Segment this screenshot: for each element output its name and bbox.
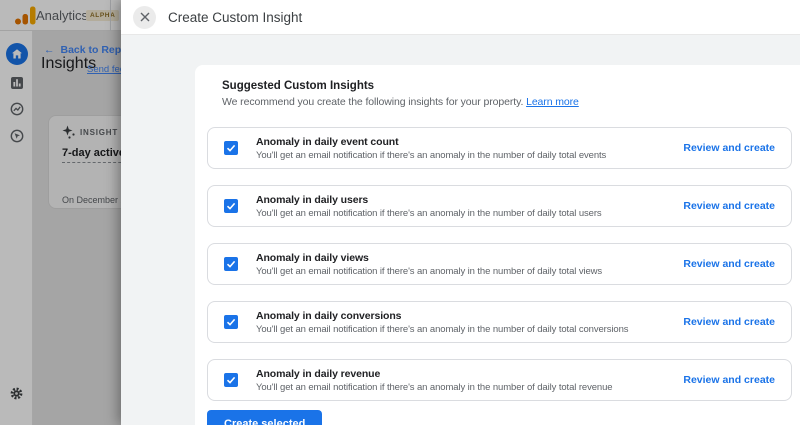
checkbox-checked[interactable] [224,373,238,387]
suggestion-row-revenue: Anomaly in daily revenue You'll get an e… [207,359,792,401]
row-description: You'll get an email notification if ther… [256,149,607,161]
row-description: You'll get an email notification if ther… [256,323,629,335]
review-and-create-link[interactable]: Review and create [683,258,775,270]
review-and-create-link[interactable]: Review and create [683,142,775,154]
close-icon [140,10,150,25]
close-button[interactable] [133,6,156,29]
suggestion-row-users: Anomaly in daily users You'll get an ema… [207,185,792,227]
modal-title: Create Custom Insight [168,10,303,25]
suggested-insights-panel: Suggested Custom Insights We recommend y… [195,65,800,425]
row-title: Anomaly in daily event count [256,135,399,148]
row-description: You'll get an email notification if ther… [256,207,602,219]
row-title: Anomaly in daily revenue [256,367,381,380]
modal-header: Create Custom Insight [121,0,800,35]
create-selected-button[interactable]: Create selected [207,410,323,425]
row-title: Anomaly in daily views [256,251,369,264]
row-text: Anomaly in daily views You'll get an ema… [256,252,602,277]
section-title: Suggested Custom Insights [222,80,375,92]
review-and-create-link[interactable]: Review and create [683,200,775,212]
suggestion-row-event-count: Anomaly in daily event count You'll get … [207,127,792,169]
insight-suggestions-list: Anomaly in daily event count You'll get … [207,127,792,401]
row-title: Anomaly in daily conversions [256,309,402,322]
suggestion-row-views: Anomaly in daily views You'll get an ema… [207,243,792,285]
learn-more-link[interactable]: Learn more [526,96,579,108]
row-text: Anomaly in daily event count You'll get … [256,136,606,161]
section-description: We recommend you create the following in… [222,96,579,108]
row-text: Anomaly in daily conversions You'll get … [256,309,629,335]
review-and-create-link[interactable]: Review and create [683,374,775,386]
row-text: Anomaly in daily revenue You'll get an e… [256,367,613,393]
checkbox-checked[interactable] [224,315,238,329]
suggestion-row-conversions: Anomaly in daily conversions You'll get … [207,301,792,343]
review-and-create-link[interactable]: Review and create [683,316,775,328]
row-description: You'll get an email notification if ther… [256,265,603,277]
row-text: Anomaly in daily users You'll get an ema… [256,194,602,219]
row-title: Anomaly in daily users [256,193,369,206]
checkbox-checked[interactable] [224,257,238,271]
checkbox-checked[interactable] [224,199,238,213]
row-description: You'll get an email notification if ther… [256,381,613,393]
checkbox-checked[interactable] [224,141,238,155]
create-custom-insight-modal: Create Custom Insight Suggested Custom I… [121,0,800,425]
